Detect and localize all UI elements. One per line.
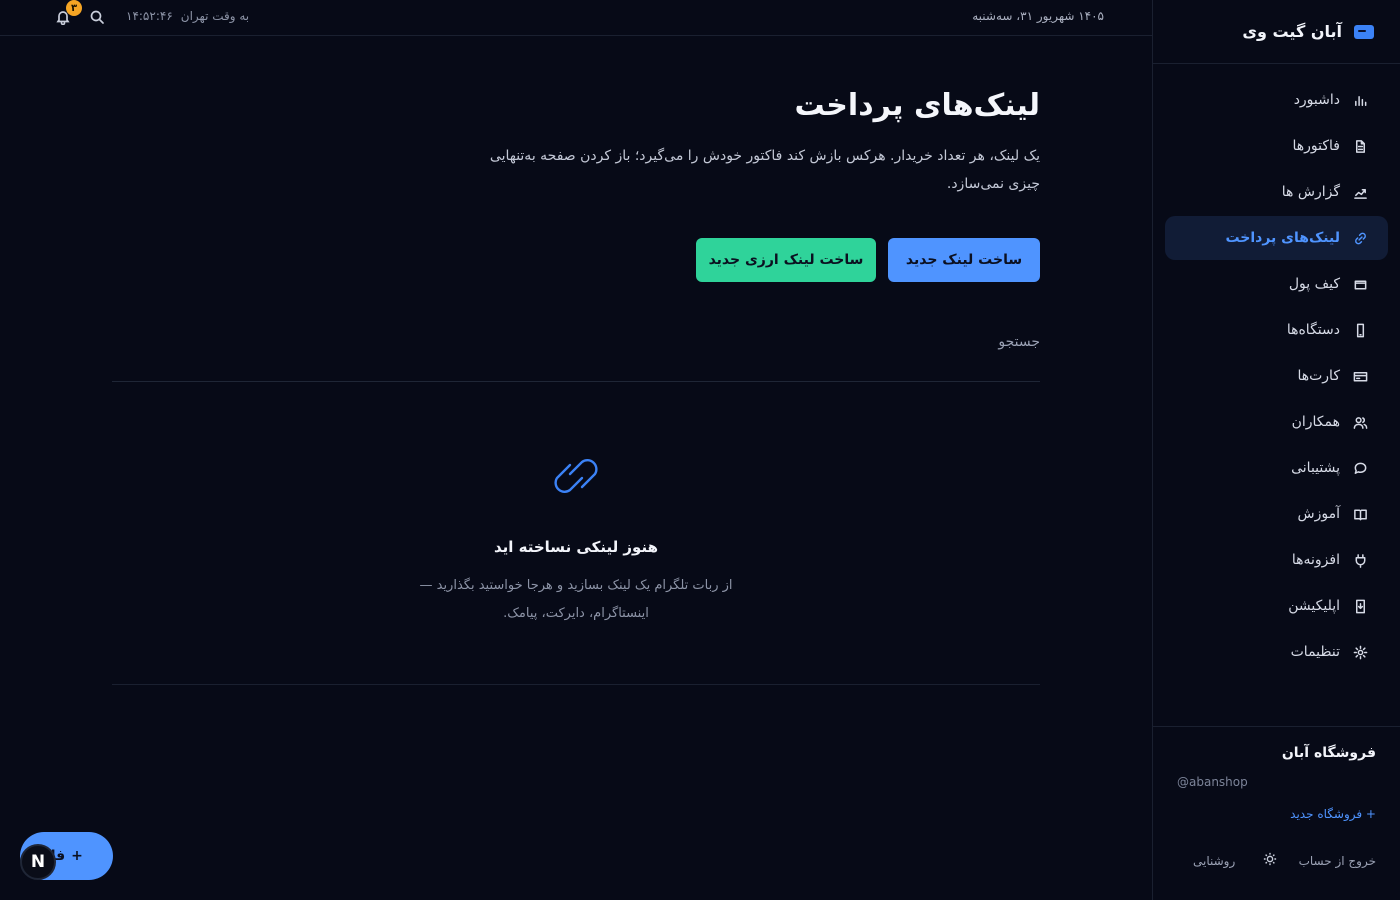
plug-icon [1352, 552, 1368, 568]
brand[interactable]: آبان گیت وی [1153, 0, 1400, 64]
clock-time: ۱۴:۵۲:۴۶ [126, 9, 173, 23]
wallet-icon [1352, 276, 1368, 292]
sidebar-item-plugins[interactable]: افزونه‌ها [1165, 538, 1388, 582]
link-icon [1352, 230, 1368, 246]
sidebar-item-label: کیف پول [1288, 276, 1340, 292]
sidebar-item-label: همکاران [1291, 414, 1340, 430]
sidebar-item-colleagues[interactable]: همکاران [1165, 400, 1388, 444]
sidebar-item-label: فاکتورها [1292, 138, 1341, 154]
sidebar-item-invoices[interactable]: فاکتورها [1165, 124, 1388, 168]
current-date: ۱۴۰۵ شهریور ۳۱، سه‌شنبه [972, 9, 1104, 23]
sidebar-item-application[interactable]: اپلیکیشن [1165, 584, 1388, 628]
sidebar-item-label: تنظیمات [1290, 644, 1340, 660]
empty-state-description: از ربات تلگرام یک لینک بسازید و هرجا خوا… [419, 578, 733, 621]
theme-toggle[interactable]: روشنایی [1193, 852, 1277, 869]
dev-tools-badge[interactable]: N [20, 844, 56, 880]
sidebar-item-cards[interactable]: کارت‌ها [1165, 354, 1388, 398]
chat-icon [1352, 460, 1368, 476]
shop-handle: @abanshop [1177, 775, 1248, 789]
sidebar-item-payment-links[interactable]: لینک‌های پرداخت [1165, 216, 1388, 260]
app-root: آبان گیت وی داشبورد فاکتورها گزارش ها لی… [0, 0, 1400, 900]
card-icon [1352, 368, 1368, 384]
sidebar-item-devices[interactable]: دستگاه‌ها [1165, 308, 1388, 352]
new-shop-link[interactable]: + فروشگاه جدید [1290, 807, 1376, 821]
search-input[interactable] [112, 320, 1040, 382]
shop-name[interactable]: فروشگاه آبان [1282, 745, 1376, 761]
brand-title: آبان گیت وی [1242, 22, 1342, 41]
clock-label: به وقت تهران [180, 9, 250, 23]
sidebar-item-label: داشبورد [1293, 92, 1340, 108]
new-crypto-link-button[interactable]: ساخت لینک ارزی جدید [696, 238, 876, 282]
brand-logo-icon [1354, 24, 1374, 39]
sidebar-item-label: لینک‌های پرداخت [1225, 230, 1340, 246]
new-link-button[interactable]: ساخت لینک جدید [888, 238, 1040, 282]
sidebar-item-label: اپلیکیشن [1288, 598, 1340, 614]
sidebar-item-label: آموزش [1297, 506, 1340, 522]
shop-panel: فروشگاه آبان @abanshop + فروشگاه جدید خر… [1153, 726, 1400, 900]
sidebar-nav: داشبورد فاکتورها گزارش ها لینک‌های پرداخ… [1165, 78, 1388, 676]
sidebar-item-tutorials[interactable]: آموزش [1165, 492, 1388, 536]
book-icon [1352, 506, 1368, 522]
logout-link[interactable]: خروج از حساب [1299, 854, 1376, 868]
notification-badge: ۳ [66, 0, 82, 16]
sidebar: آبان گیت وی داشبورد فاکتورها گزارش ها لی… [1152, 0, 1400, 900]
bar-chart-icon [1352, 92, 1368, 108]
sidebar-item-support[interactable]: پشتیبانی [1165, 446, 1388, 490]
tehran-clock: به وقت تهران ۱۴:۵۲:۴۶ [126, 9, 249, 23]
page-description: یک لینک، هر تعداد خریدار. هرکس بازش کند … [489, 148, 1040, 192]
link-icon [548, 446, 604, 506]
app-download-icon [1352, 598, 1368, 614]
sidebar-item-label: افزونه‌ها [1291, 552, 1340, 568]
divider [112, 684, 1040, 685]
document-icon [1352, 138, 1368, 154]
gear-icon [1352, 644, 1368, 660]
sidebar-item-label: پشتیبانی [1291, 460, 1340, 476]
page-title: لینک‌های پرداخت [794, 88, 1040, 123]
main-content: لینک‌های پرداخت یک لینک، هر تعداد خریدار… [112, 36, 1040, 900]
phone-icon [1352, 322, 1368, 338]
sidebar-item-settings[interactable]: تنظیمات [1165, 630, 1388, 674]
sidebar-item-dashboard[interactable]: داشبورد [1165, 78, 1388, 122]
sun-icon [1263, 852, 1277, 869]
sidebar-item-label: کارت‌ها [1297, 368, 1340, 384]
sidebar-item-label: دستگاه‌ها [1286, 322, 1340, 338]
fab-plus: + [71, 848, 83, 864]
sidebar-item-wallet[interactable]: کیف پول [1165, 262, 1388, 306]
theme-toggle-label: روشنایی [1193, 853, 1236, 868]
search-icon[interactable] [89, 9, 107, 27]
trend-icon [1352, 184, 1368, 200]
empty-state-title: هنوز لینکی نساخته اید [493, 538, 658, 556]
topbar: ۱۴۰۵ شهریور ۳۱، سه‌شنبه به وقت تهران ۱۴:… [0, 0, 1152, 36]
sidebar-item-reports[interactable]: گزارش ها [1165, 170, 1388, 214]
sidebar-item-label: گزارش ها [1281, 184, 1340, 200]
users-icon [1352, 414, 1368, 430]
